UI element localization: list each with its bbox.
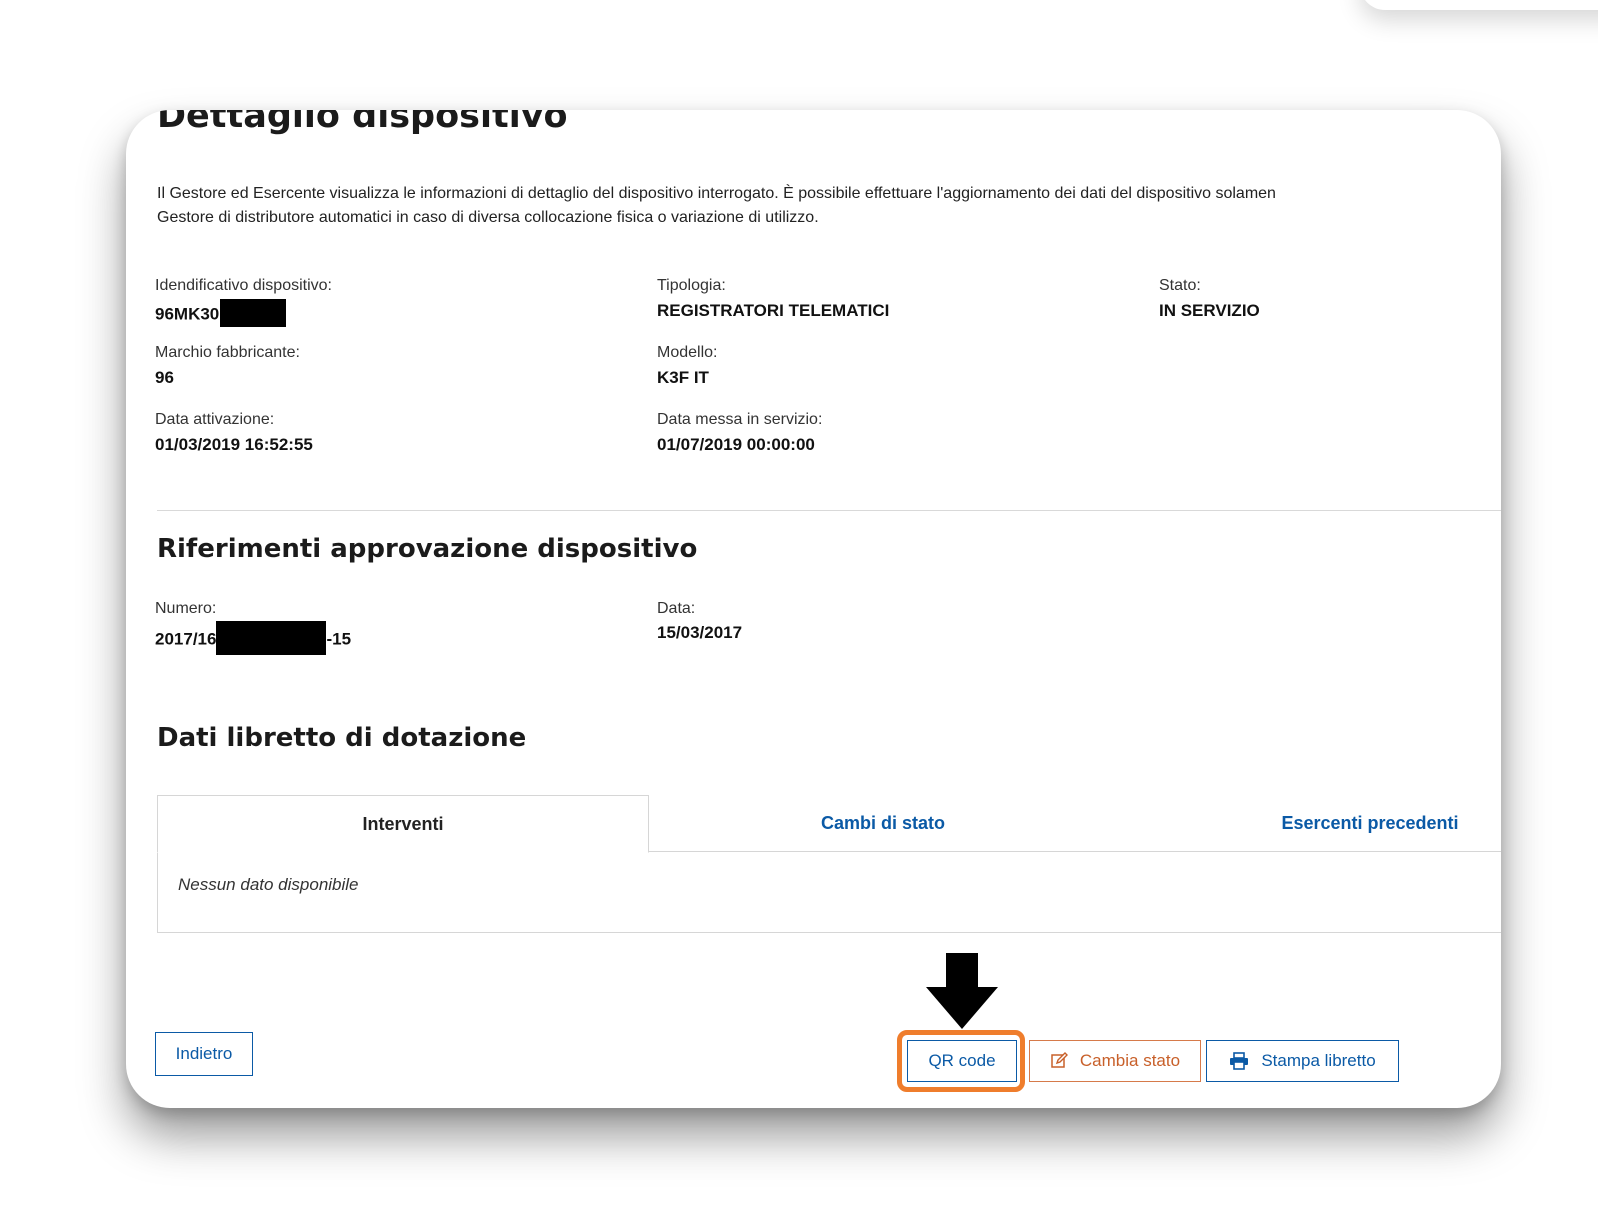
type-label: Tipologia: bbox=[657, 277, 726, 294]
approval-number-value: 2017/16 -15 bbox=[155, 621, 352, 657]
device-id-text: 96MK30 bbox=[155, 304, 220, 324]
type-value: REGISTRATORI TELEMATICI bbox=[657, 301, 890, 320]
booklet-section-title: Dati libretto di dotazione bbox=[157, 723, 527, 753]
service-date-value: 01/07/2019 00:00:00 bbox=[657, 435, 815, 454]
device-detail-content: Dettaglio dispositivo Il Gestore ed Eser… bbox=[126, 110, 1501, 1108]
page-description: Il Gestore ed Esercente visualizza le in… bbox=[157, 182, 1501, 230]
print-booklet-button[interactable]: Stampa libretto bbox=[1206, 1040, 1399, 1082]
back-button[interactable]: Indietro bbox=[155, 1032, 253, 1076]
brand-label: Marchio fabbricante: bbox=[155, 344, 300, 361]
device-detail-card: Dettaglio dispositivo Il Gestore ed Eser… bbox=[126, 110, 1501, 1108]
model-value: K3F IT bbox=[657, 368, 709, 387]
tab-cambi-di-stato[interactable]: Cambi di stato bbox=[649, 795, 1117, 851]
qr-code-button[interactable]: QR code bbox=[907, 1040, 1017, 1082]
empty-state-text: Nessun dato disponibile bbox=[178, 875, 359, 894]
tab-interventi[interactable]: Interventi bbox=[157, 795, 649, 853]
description-line-2: Gestore di distributore automatici in ca… bbox=[157, 209, 819, 226]
print-booklet-label: Stampa libretto bbox=[1261, 1051, 1376, 1070]
activation-date-label: Data attivazione: bbox=[155, 411, 275, 428]
change-status-label: Cambia stato bbox=[1079, 1051, 1181, 1070]
redacted-block bbox=[216, 621, 327, 655]
change-status-button[interactable]: Cambia stato bbox=[1029, 1040, 1201, 1082]
status-label: Stato: bbox=[1159, 277, 1201, 294]
tab-esercenti-precedenti[interactable]: Esercenti precedenti bbox=[1250, 795, 1490, 851]
approval-date-label: Data: bbox=[657, 600, 696, 617]
printer-icon bbox=[1229, 1052, 1249, 1070]
background-shadow bbox=[1360, 0, 1598, 10]
section-divider bbox=[157, 510, 1501, 511]
description-line-1: Il Gestore ed Esercente visualizza le in… bbox=[157, 185, 1276, 202]
booklet-tabs: Interventi Cambi di stato Esercenti prec… bbox=[157, 795, 1501, 853]
approval-section-title: Riferimenti approvazione dispositivo bbox=[157, 534, 698, 564]
approval-date-value: 15/03/2017 bbox=[657, 623, 743, 642]
down-arrow-icon bbox=[926, 953, 998, 1029]
approval-number-prefix: 2017/16 bbox=[155, 629, 217, 649]
status-value: IN SERVIZIO bbox=[1159, 301, 1260, 320]
approval-number-suffix: -15 bbox=[326, 629, 352, 649]
page-title: Dettaglio dispositivo bbox=[157, 110, 568, 136]
edit-icon bbox=[1050, 1052, 1068, 1070]
tab-panel: Nessun dato disponibile bbox=[157, 851, 1501, 933]
screenshot-stage: Dettaglio dispositivo Il Gestore ed Eser… bbox=[0, 0, 1598, 1220]
approval-number-label: Numero: bbox=[155, 600, 217, 617]
model-label: Modello: bbox=[657, 344, 718, 361]
brand-value: 96 bbox=[155, 368, 174, 387]
device-id-value: 96MK30 bbox=[155, 299, 287, 329]
device-id-label: Idendificativo dispositivo: bbox=[155, 277, 332, 294]
service-date-label: Data messa in servizio: bbox=[657, 411, 823, 428]
redacted-block bbox=[220, 299, 287, 327]
activation-date-value: 01/03/2019 16:52:55 bbox=[155, 435, 313, 454]
